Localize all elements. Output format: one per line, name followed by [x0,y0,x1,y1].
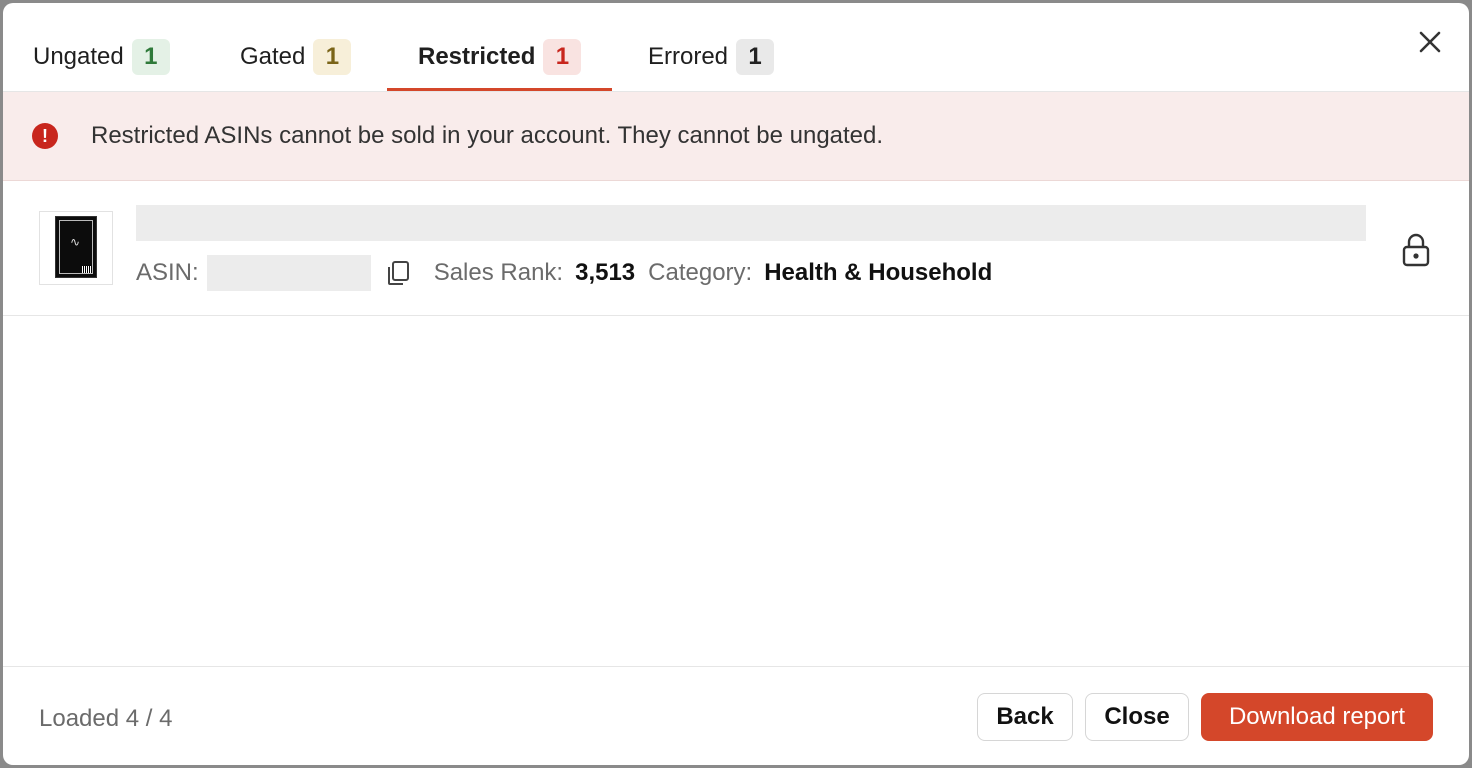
restriction-results-dialog: Ungated 1 Gated 1 Restricted 1 Errored 1… [3,3,1469,765]
tab-label: Ungated [33,43,124,70]
tab-gated[interactable]: Gated 1 [240,39,352,91]
count-badge: 1 [736,39,775,75]
tab-errored[interactable]: Errored 1 [648,39,775,91]
category-value: Health & Household [764,259,993,286]
lock-icon [1402,233,1430,267]
close-icon[interactable] [1413,25,1447,59]
tab-label: Errored [648,43,729,70]
banner-message: Restricted ASINs cannot be sold in your … [91,122,884,149]
copy-icon[interactable] [384,259,412,287]
sales-rank-value: 3,513 [575,259,636,286]
tab-restricted[interactable]: Restricted 1 [386,39,613,91]
download-report-button[interactable]: Download report [1201,693,1433,741]
product-meta: ASIN: Sales Rank: 3,513 Category: Health… [136,255,992,291]
book-cover-image: ∿ [55,216,97,278]
loaded-status: Loaded 4 / 4 [39,705,173,732]
asin-label: ASIN: [136,259,199,286]
dialog-footer: Loaded 4 / 4 Back Close Download report [3,666,1469,765]
sales-rank-label: Sales Rank: [433,259,564,286]
count-badge: 1 [131,39,170,75]
tab-ungated[interactable]: Ungated 1 [33,39,170,91]
count-badge: 1 [543,39,582,75]
list-item: ∿ ASIN: Sales Rank: 3,513 Category: Heal… [3,181,1469,316]
asin-value-redacted [206,255,371,291]
tab-label: Restricted [418,43,536,70]
alert-circle-icon: ! [32,123,58,149]
tab-bar: Ungated 1 Gated 1 Restricted 1 Errored 1 [3,3,1469,92]
product-title-redacted [136,205,1366,241]
category-label: Category: [648,259,753,286]
back-button[interactable]: Back [977,693,1073,741]
count-badge: 1 [313,39,352,75]
restricted-warning-banner: ! Restricted ASINs cannot be sold in you… [3,92,1469,181]
product-thumbnail: ∿ [39,211,113,285]
tab-label: Gated [240,43,306,70]
close-button[interactable]: Close [1085,693,1189,741]
